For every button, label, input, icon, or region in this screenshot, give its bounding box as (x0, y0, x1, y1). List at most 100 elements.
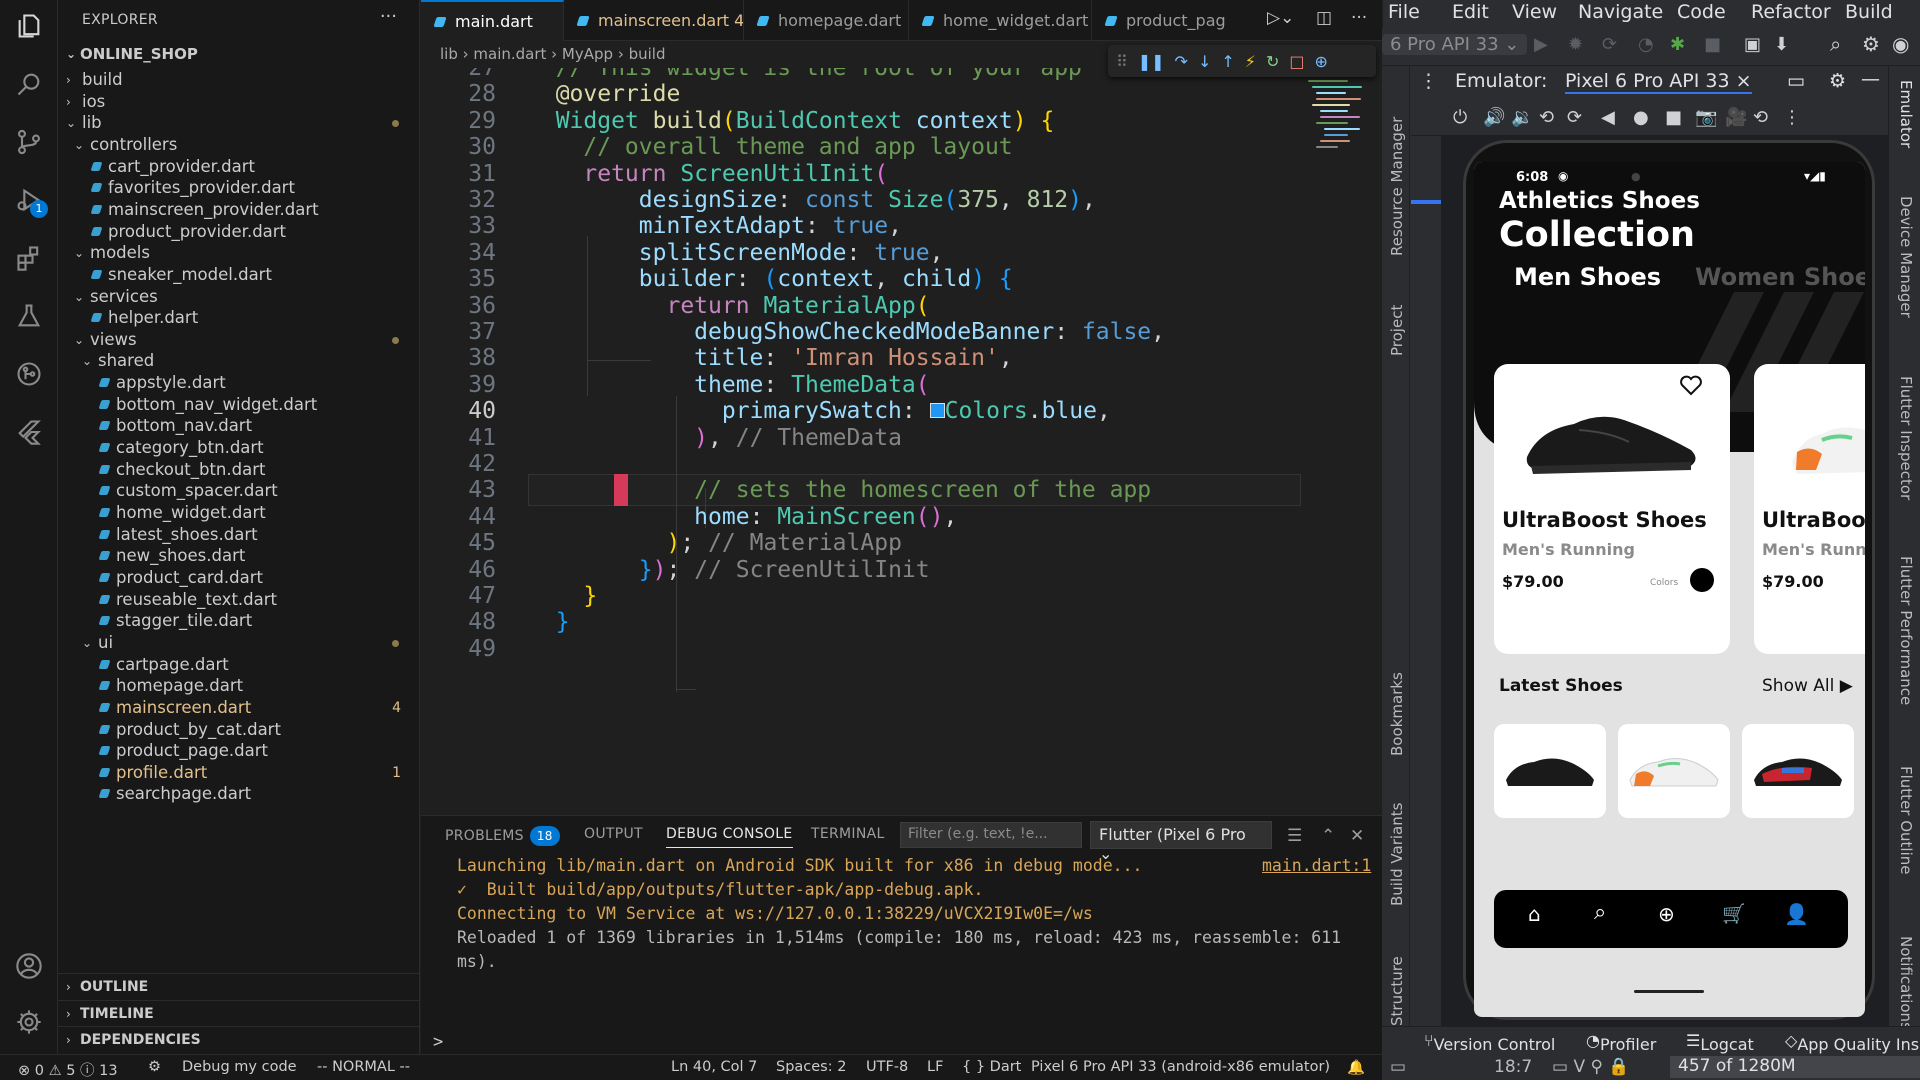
clear-console-icon[interactable]: ☰ (1287, 826, 1303, 846)
menu-navigate[interactable]: Navigate (1578, 1, 1663, 23)
device-select[interactable]: 6 Pro API 33 ⌄ (1382, 34, 1528, 55)
tab-men-shoes[interactable]: Men Shoes (1514, 263, 1661, 291)
emulator-device-tab[interactable]: Pixel 6 Pro API 33 × (1565, 70, 1752, 94)
layout-icon[interactable]: ▭ (1390, 1057, 1406, 1077)
overview-icon[interactable]: ■ (1665, 107, 1682, 128)
tool-resource-manager[interactable]: Resource Manager (1388, 117, 1406, 256)
account-icon[interactable] (13, 950, 45, 982)
tool-emulator[interactable]: Emulator (1897, 80, 1915, 148)
tab-terminal[interactable]: TERMINAL (811, 826, 885, 842)
caret-position[interactable]: 18:7 (1494, 1057, 1532, 1077)
tab-output[interactable]: OUTPUT (584, 826, 643, 842)
nav-home-icon[interactable]: ⌂ (1528, 902, 1541, 926)
extensions-icon[interactable] (13, 242, 45, 274)
problems-status[interactable]: ⊗ 0 ⚠ 5 ⓘ 13 (18, 1059, 118, 1080)
tool-flutter-inspector[interactable]: Flutter Inspector (1897, 376, 1915, 500)
run-dropdown-icon[interactable]: ▷⌄ (1267, 8, 1294, 28)
flutter-icon[interactable] (13, 416, 45, 448)
tool-notifications[interactable]: Notifications (1897, 936, 1915, 1030)
home-icon[interactable]: ● (1633, 107, 1649, 128)
git-graph-icon[interactable] (13, 358, 45, 390)
back-icon[interactable]: ◀ (1601, 107, 1615, 128)
tool-flutter-outline[interactable]: Flutter Outline (1897, 766, 1915, 875)
nav-search-icon[interactable]: ⌕ (1594, 900, 1606, 925)
menu-view[interactable]: View (1512, 1, 1557, 23)
language-mode[interactable]: { } Dart (962, 1059, 1021, 1075)
console-prompt-icon[interactable]: > (433, 1032, 443, 1052)
screenshot-icon[interactable]: 📷 (1695, 107, 1717, 128)
rotate-left-icon[interactable]: ⟲ (1539, 107, 1554, 128)
tab-debug-console[interactable]: DEBUG CONSOLE (666, 826, 793, 848)
split-editor-icon[interactable]: ◫ (1316, 8, 1332, 28)
indentation[interactable]: Spaces: 2 (776, 1059, 846, 1075)
account-avatar[interactable]: ◉ (1892, 32, 1909, 56)
debug-status[interactable]: Debug my code (182, 1059, 297, 1075)
screenrecord-icon[interactable]: 🎥 (1725, 107, 1747, 128)
pause-icon[interactable]: ❚❚ (1138, 52, 1165, 71)
maximize-panel-icon[interactable]: ⌃ (1321, 826, 1336, 846)
rotate-right-icon[interactable]: ⟳ (1567, 107, 1582, 128)
menu-code[interactable]: Code (1677, 1, 1726, 23)
tool-app-quality[interactable]: ◇ App Quality Ins (1785, 1031, 1919, 1054)
debug-icon[interactable]: ⚙ (148, 1059, 161, 1075)
tab-main-dart[interactable]: main.dart (421, 0, 564, 41)
step-over-icon[interactable]: ↷ (1175, 52, 1188, 71)
end-of-line[interactable]: LF (927, 1059, 943, 1075)
hot-reload-icon[interactable]: ⚡ (1245, 52, 1256, 71)
tool-flutter-performance[interactable]: Flutter Performance (1897, 556, 1915, 705)
console-filter-input[interactable]: Filter (e.g. text, !e... (900, 822, 1082, 848)
explorer-icon[interactable] (13, 10, 45, 42)
volume-up-icon[interactable]: 🔊 (1483, 107, 1505, 128)
volume-down-icon[interactable]: 🔉 (1511, 107, 1533, 128)
emulator-options-icon[interactable]: ⋮ (1419, 70, 1438, 92)
cursor-position[interactable]: Ln 40, Col 7 (671, 1059, 757, 1075)
restart-icon[interactable]: ↻ (1266, 52, 1279, 71)
tool-device-manager[interactable]: Device Manager (1897, 196, 1915, 318)
run-icon[interactable]: ▶ (1534, 34, 1548, 55)
minimize-icon[interactable]: — (1861, 68, 1880, 90)
step-out-icon[interactable]: ↑ (1221, 52, 1234, 71)
project-root[interactable]: ⌄ ONLINE_SHOP (58, 41, 419, 67)
show-all-link[interactable]: Show All ▶ (1762, 676, 1853, 696)
tool-build-variants[interactable]: Build Variants (1388, 803, 1406, 906)
favorite-heart-icon[interactable] (1679, 374, 1703, 396)
apply-changes-icon[interactable]: ⟳ (1602, 34, 1617, 55)
dependencies-section[interactable]: › DEPENDENCIES (58, 1026, 419, 1052)
device-manager-icon[interactable]: ▣ (1744, 34, 1761, 55)
search-everywhere-icon[interactable]: ⌕ (1830, 32, 1841, 56)
editor-more-icon[interactable]: ··· (1351, 8, 1367, 28)
timeline-section[interactable]: › TIMELINE (58, 1000, 419, 1026)
color-swatch[interactable] (1690, 568, 1714, 592)
close-panel-icon[interactable]: ✕ (1350, 826, 1365, 846)
snapshot-icon[interactable]: ⟲ (1753, 107, 1768, 128)
encoding[interactable]: UTF-8 (866, 1059, 908, 1075)
testing-flask-icon[interactable] (13, 300, 45, 332)
menu-build[interactable]: Build (1845, 1, 1893, 23)
notifications-bell-icon[interactable]: 🔔 (1347, 1059, 1365, 1076)
menu-refactor[interactable]: Refactor (1751, 1, 1831, 23)
tab-mainscreen-dart[interactable]: mainscreen.dart 4 (564, 0, 744, 41)
window-mode-icon[interactable]: ▭ (1787, 70, 1805, 92)
attach-debugger-icon[interactable]: ✱ (1670, 34, 1685, 55)
file-item[interactable]: searchpage.dart (58, 781, 419, 807)
sdk-manager-icon[interactable]: ⬇ (1774, 34, 1789, 55)
tool-bookmarks[interactable]: Bookmarks (1388, 672, 1406, 756)
minimap[interactable] (1308, 80, 1368, 180)
debug-session-select[interactable]: Flutter (Pixel 6 Pro ⌄ (1090, 821, 1272, 863)
more-actions-icon[interactable]: ··· (380, 6, 397, 27)
settings-icon[interactable]: ⚙ (1862, 32, 1880, 56)
phone-screen[interactable]: 6:08 ◉ ● ▾◢▮ Athletics Shoes Collection … (1474, 162, 1865, 1017)
tool-profiler[interactable]: ◔ Profiler (1586, 1031, 1656, 1054)
power-icon[interactable]: ⏻ (1453, 107, 1467, 128)
debug-bug-icon[interactable]: ✹ (1568, 34, 1583, 55)
outline-section[interactable]: › OUTLINE (58, 973, 419, 999)
nav-add-icon[interactable]: ⊕ (1658, 902, 1675, 926)
menu-edit[interactable]: Edit (1452, 1, 1489, 23)
tool-project[interactable]: Project (1388, 305, 1406, 356)
stop-icon[interactable]: ■ (1704, 34, 1721, 55)
tab-problems[interactable]: PROBLEMS 18 (445, 826, 560, 846)
code-line[interactable]: 49 (421, 633, 1301, 665)
source-control-icon[interactable] (13, 126, 45, 158)
emulator-settings-icon[interactable]: ⚙ (1829, 70, 1846, 92)
tab-product-page-dart[interactable]: product_pag (1092, 0, 1232, 41)
